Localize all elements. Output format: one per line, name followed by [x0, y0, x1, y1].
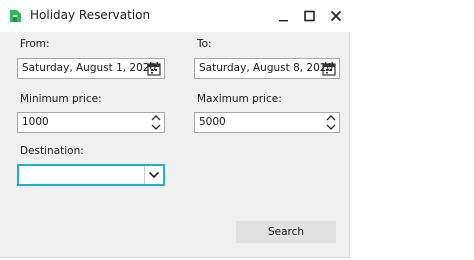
- close-icon: [330, 10, 342, 22]
- destination-dropdown-button[interactable]: [144, 166, 163, 184]
- chevron-down-icon: [326, 124, 336, 130]
- title-bar: Holiday Reservation: [0, 0, 350, 32]
- to-date-value: Saturday, August 8, 2020: [199, 62, 334, 74]
- max-price-label: Maximum price:: [197, 93, 282, 105]
- app-logo-icon: [10, 10, 21, 22]
- minimize-icon: [279, 20, 288, 22]
- min-price-increment[interactable]: [149, 113, 163, 122]
- search-button[interactable]: Search: [236, 221, 336, 243]
- maximize-button[interactable]: [300, 6, 320, 26]
- min-price-decrement[interactable]: [149, 123, 163, 132]
- from-date-picker[interactable]: Saturday, August 1, 2020: [17, 58, 165, 79]
- from-label: From:: [20, 38, 50, 50]
- calendar-icon[interactable]: [321, 61, 337, 77]
- destination-label: Destination:: [20, 145, 84, 157]
- min-price-stepper[interactable]: [149, 113, 163, 132]
- chevron-up-icon: [326, 115, 336, 121]
- window-title: Holiday Reservation: [30, 8, 151, 22]
- minimize-button[interactable]: [274, 6, 294, 26]
- min-price-input[interactable]: 1000: [17, 112, 165, 133]
- to-date-picker[interactable]: Saturday, August 8, 2020: [194, 58, 340, 79]
- to-label: To:: [197, 38, 212, 50]
- chevron-up-icon: [151, 115, 161, 121]
- min-price-label: Minimum price:: [20, 93, 102, 105]
- reservation-window: Holiday Reservation From: Saturday, Augu…: [0, 0, 350, 258]
- maximize-icon: [304, 10, 315, 22]
- from-date-value: Saturday, August 1, 2020: [22, 62, 157, 74]
- close-button[interactable]: [326, 6, 346, 26]
- calendar-icon[interactable]: [146, 61, 162, 77]
- destination-combobox[interactable]: [17, 164, 165, 186]
- max-price-stepper[interactable]: [324, 113, 338, 132]
- chevron-down-icon: [151, 124, 161, 130]
- max-price-increment[interactable]: [324, 113, 338, 122]
- max-price-input[interactable]: 5000: [194, 112, 340, 133]
- max-price-value: 5000: [199, 116, 226, 128]
- max-price-decrement[interactable]: [324, 123, 338, 132]
- min-price-value: 1000: [22, 116, 49, 128]
- chevron-down-icon: [148, 171, 160, 179]
